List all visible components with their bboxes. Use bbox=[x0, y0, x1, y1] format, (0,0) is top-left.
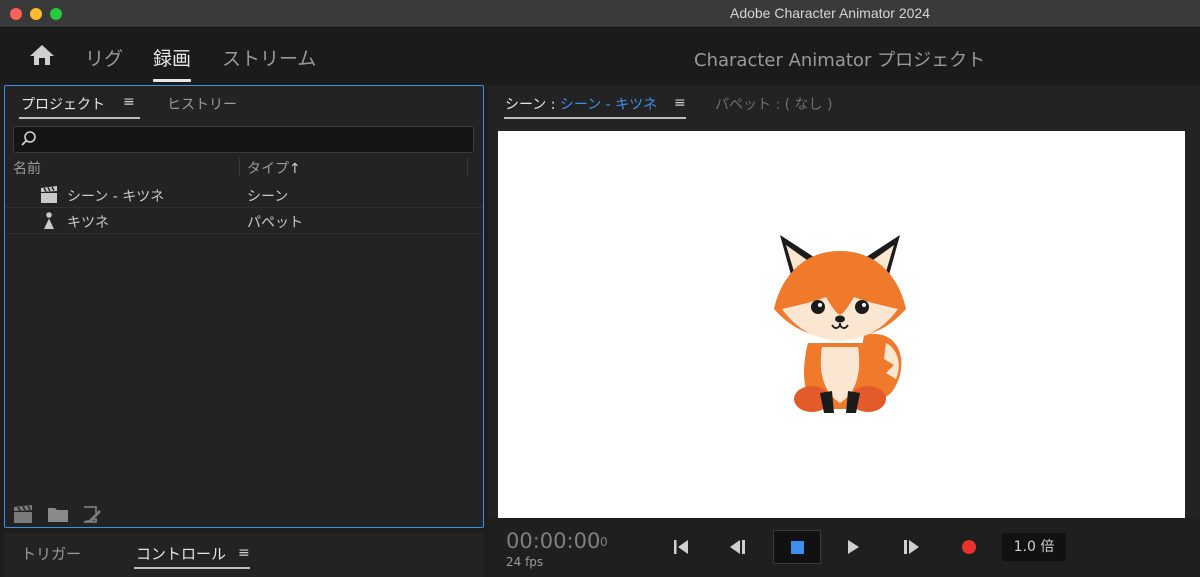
new-scene-icon[interactable] bbox=[13, 504, 35, 524]
active-tab-underline bbox=[134, 567, 250, 569]
tab-history[interactable]: ヒストリー bbox=[167, 94, 237, 114]
sort-ascending-icon: ↑ bbox=[289, 161, 301, 177]
mode-tab-label: リグ bbox=[85, 48, 124, 70]
active-tab-underline bbox=[153, 79, 192, 82]
tab-puppet[interactable]: パペット : ( なし ) bbox=[715, 94, 832, 114]
scene-tab-prefix: シーン : bbox=[505, 97, 560, 113]
transport-bar: 00:00:00 0 24 fps 1.0 倍 bbox=[488, 518, 1200, 577]
bottom-left-panel: トリガー コントロール ≡ bbox=[4, 533, 484, 577]
folder-icon[interactable] bbox=[47, 504, 69, 524]
column-header-type[interactable]: タイプ↑ bbox=[247, 158, 301, 178]
column-divider[interactable] bbox=[239, 158, 240, 176]
panel-menu-icon[interactable]: ≡ bbox=[674, 95, 686, 111]
window-title: Adobe Character Animator 2024 bbox=[729, 5, 930, 21]
tab-project[interactable]: プロジェクト bbox=[21, 94, 105, 114]
scene-tab-name: シーン - キツネ bbox=[559, 97, 658, 113]
step-forward-icon bbox=[904, 540, 919, 554]
timecode: 00:00:00 bbox=[506, 529, 601, 553]
frame-counter: 0 bbox=[600, 535, 608, 549]
home-button[interactable] bbox=[28, 42, 56, 68]
mode-tab-record[interactable]: 録画 bbox=[153, 44, 192, 82]
project-search-input[interactable] bbox=[13, 126, 474, 153]
search-icon bbox=[21, 131, 36, 146]
panel-menu-icon[interactable]: ≡ bbox=[123, 94, 135, 110]
project-panel: プロジェクト ≡ ヒストリー 名前 タイプ↑ シーン - キツネ シーン キツネ… bbox=[4, 85, 484, 528]
edit-icon[interactable] bbox=[81, 504, 103, 524]
scene-stage[interactable] bbox=[498, 131, 1185, 518]
project-row-puppet[interactable]: キツネ パペット bbox=[5, 208, 483, 234]
step-forward-button[interactable] bbox=[896, 532, 926, 562]
play-button[interactable] bbox=[838, 532, 868, 562]
record-button[interactable] bbox=[962, 540, 976, 554]
active-tab-underline bbox=[504, 117, 686, 119]
puppet-icon bbox=[44, 212, 54, 229]
tab-scene[interactable]: シーン : シーン - キツネ bbox=[505, 94, 657, 114]
skip-to-start-icon bbox=[674, 540, 688, 554]
play-icon bbox=[848, 540, 859, 554]
column-divider[interactable] bbox=[467, 158, 468, 176]
row-name: キツネ bbox=[67, 215, 109, 231]
title-bar: Adobe Character Animator 2024 bbox=[0, 0, 1200, 28]
column-header-type-label: タイプ bbox=[247, 161, 289, 177]
mode-tab-label: 録画 bbox=[153, 48, 192, 70]
app-header: リグ 録画 ストリーム Character Animator プロジェクト bbox=[0, 28, 1200, 84]
scene-clapper-icon bbox=[41, 186, 57, 203]
scene-panel: シーン : シーン - キツネ ≡ パペット : ( なし ) 00:00:00… bbox=[488, 85, 1200, 577]
column-header-name[interactable]: 名前 bbox=[13, 158, 41, 178]
row-type: シーン bbox=[247, 189, 289, 205]
panel-menu-icon[interactable]: ≡ bbox=[238, 545, 250, 561]
row-name: シーン - キツネ bbox=[67, 189, 165, 205]
tab-triggers[interactable]: トリガー bbox=[21, 543, 81, 564]
stop-icon bbox=[791, 541, 804, 554]
stop-button[interactable] bbox=[773, 530, 821, 564]
mode-tab-rig[interactable]: リグ bbox=[85, 44, 123, 82]
active-tab-underline bbox=[19, 117, 140, 119]
fox-puppet-image[interactable] bbox=[760, 223, 920, 423]
home-icon bbox=[30, 45, 54, 65]
frame-rate: 24 fps bbox=[506, 555, 544, 569]
mode-tab-stream[interactable]: ストリーム bbox=[222, 44, 316, 82]
playback-speed[interactable]: 1.0 倍 bbox=[1002, 533, 1066, 561]
row-type: パペット bbox=[247, 215, 303, 231]
step-back-icon bbox=[730, 540, 745, 554]
go-to-start-button[interactable] bbox=[666, 532, 696, 562]
mode-tab-label: ストリーム bbox=[222, 48, 317, 70]
step-back-button[interactable] bbox=[724, 532, 754, 562]
tab-controls[interactable]: コントロール bbox=[136, 543, 226, 564]
project-title: Character Animator プロジェクト bbox=[694, 50, 986, 71]
project-row-scene[interactable]: シーン - キツネ シーン bbox=[5, 182, 483, 208]
